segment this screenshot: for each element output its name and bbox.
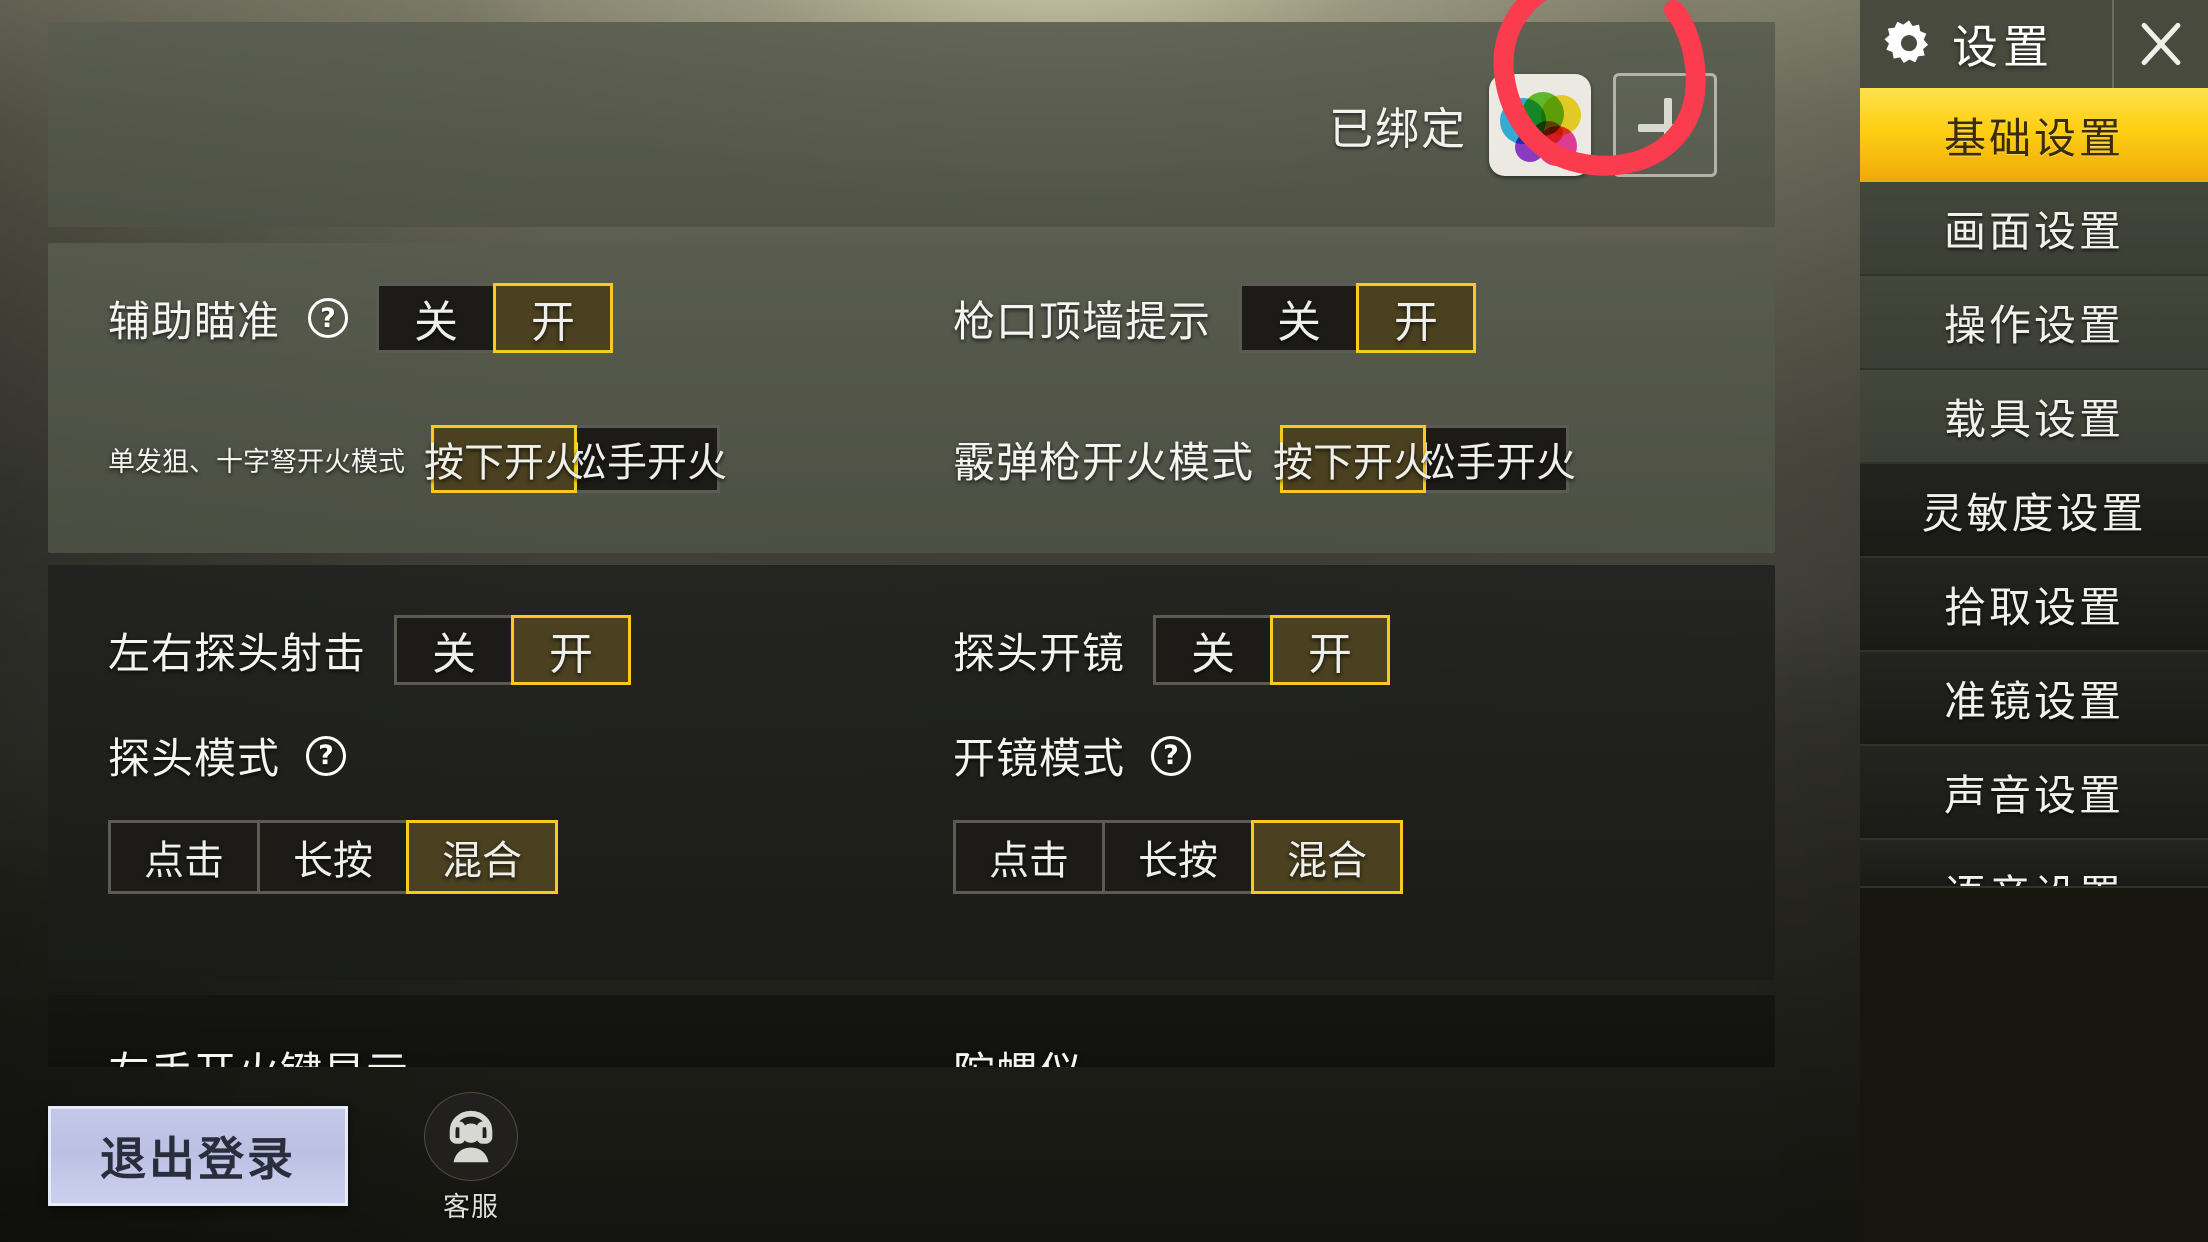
sidebar-item-pickup-settings[interactable]: 拾取设置 [1860, 558, 2208, 652]
sidebar-item-label: 拾取设置 [1943, 582, 2124, 632]
sidebar-item-sound-settings[interactable]: 声音设置 [1860, 746, 2208, 840]
sidebar-item-voice-settings[interactable]: 语音设置 [1860, 840, 2208, 888]
row-ads-mode-options: 点击 长按 混合 [953, 820, 1403, 894]
row-peek-mode-label: 探头模式 ? [108, 725, 347, 786]
sidebar-title: 设置 [1952, 20, 2054, 74]
sidebar-item-vehicle-settings[interactable]: 载具设置 [1860, 370, 2208, 464]
sidebar-item-label: 操作设置 [1943, 300, 2124, 350]
row-shotgun-fire-mode: 霰弹枪开火模式 按下开火 松手开火 [953, 425, 1576, 493]
bound-status-label: 已绑定 [1329, 103, 1467, 155]
option-aim-assist-on[interactable]: 开 [493, 283, 614, 353]
option-shotgun-press-fire[interactable]: 按下开火 [1273, 425, 1433, 493]
sidebar-item-label: 准镜设置 [1943, 676, 2124, 726]
plus-icon[interactable] [1613, 72, 1717, 177]
option-sniper-press-fire[interactable]: 按下开火 [424, 425, 584, 493]
sidebar-item-label: 画面设置 [1943, 206, 2124, 256]
gyro-settings-panel-cutoff: 左手开火键显示 陀螺仪 [48, 995, 1775, 1067]
sidebar-item-label: 载具设置 [1943, 394, 2124, 444]
headset-support-icon [424, 1092, 518, 1181]
aim-settings-panel: 辅助瞄准 ? 关 开 枪口顶墙提示 关 开 单发狙、十字弩开火模式 按下开火 松… [48, 243, 1775, 553]
toggle-lean-shooting: 关 开 [394, 615, 632, 685]
option-peek-mode-hybrid[interactable]: 混合 [406, 820, 558, 894]
row-lean-shooting: 左右探头射击 关 开 [108, 615, 632, 685]
sidebar-item-sensitivity-settings[interactable]: 灵敏度设置 [1860, 464, 2208, 558]
row-sniper-crossbow-fire-mode: 单发狙、十字弩开火模式 按下开火 松手开火 [108, 425, 727, 493]
gamecenter-bubbles-icon[interactable] [1489, 73, 1591, 176]
label-lean-ads: 探头开镜 [953, 628, 1126, 678]
row-muzzle-wall-hint: 枪口顶墙提示 关 开 [953, 283, 1477, 353]
account-binding-panel: 已绑定 [48, 22, 1775, 227]
logout-button[interactable]: 退出登录 [48, 1106, 348, 1206]
logout-button-label: 退出登录 [100, 1132, 296, 1186]
sidebar-item-label: 声音设置 [1943, 770, 2124, 820]
option-peek-mode-tap[interactable]: 点击 [108, 820, 260, 894]
sidebar-title-zone: 设置 [1860, 0, 2112, 88]
row-lean-ads: 探头开镜 关 开 [953, 615, 1391, 685]
sidebar-item-basic-settings[interactable]: 基础设置 [1860, 88, 2208, 182]
option-peek-mode-hold[interactable]: 长按 [257, 820, 409, 894]
settings-sidebar: 设置 基础设置 画面设置 操作设置 载具设置 灵敏度设置 拾取设置 准镜设置 声… [1860, 0, 2208, 1242]
option-muzzle-wall-hint-on[interactable]: 开 [1356, 283, 1477, 353]
close-x-icon [2141, 22, 2181, 66]
toggle-ads-mode: 点击 长按 混合 [953, 820, 1403, 894]
sidebar-item-label: 灵敏度设置 [1921, 488, 2147, 538]
option-lean-ads-on[interactable]: 开 [1270, 615, 1391, 685]
settings-content-area: 已绑定 辅助瞄准 ? 关 开 枪口顶墙提示 关 开 单发狙、十字弩开火模式 按下… [0, 0, 1860, 1242]
help-icon-ads-mode[interactable]: ? [1151, 735, 1192, 776]
label-left-hand-fire-button: 左手开火键显示 [108, 1039, 409, 1067]
sidebar-item-control-settings[interactable]: 操作设置 [1860, 276, 2208, 370]
option-aim-assist-off[interactable]: 关 [376, 283, 497, 353]
row-gyroscope: 陀螺仪 [953, 1039, 1082, 1067]
option-lean-shooting-off[interactable]: 关 [394, 615, 515, 685]
close-button[interactable] [2112, 0, 2208, 88]
sidebar-item-graphics-settings[interactable]: 画面设置 [1860, 182, 2208, 276]
sidebar-item-label: 语音设置 [1944, 862, 2124, 886]
option-sniper-release-fire[interactable]: 松手开火 [567, 425, 727, 493]
account-binding-controls: 已绑定 [1329, 72, 1717, 177]
row-peek-mode-options: 点击 长按 混合 [108, 820, 558, 894]
option-muzzle-wall-hint-off[interactable]: 关 [1239, 283, 1360, 353]
row-left-hand-fire-button: 左手开火键显示 [108, 1039, 409, 1067]
option-ads-mode-hold[interactable]: 长按 [1102, 820, 1254, 894]
sidebar-item-label: 基础设置 [1943, 113, 2124, 163]
bubble-purple [1515, 131, 1545, 162]
label-shotgun-fire-mode: 霰弹枪开火模式 [953, 437, 1255, 487]
gear-icon [1884, 20, 1929, 63]
label-aim-assist: 辅助瞄准 [108, 296, 281, 346]
toggle-sniper-crossbow-fire-mode: 按下开火 松手开火 [424, 425, 727, 493]
customer-service-button[interactable]: 客服 [411, 1092, 531, 1224]
label-muzzle-wall-hint: 枪口顶墙提示 [953, 296, 1212, 346]
toggle-muzzle-wall-hint: 关 开 [1239, 283, 1477, 353]
row-aim-assist: 辅助瞄准 ? 关 开 [108, 283, 614, 353]
label-ads-mode: 开镜模式 [953, 734, 1126, 783]
customer-service-label: 客服 [443, 1192, 499, 1223]
toggle-lean-ads: 关 开 [1153, 615, 1391, 685]
label-lean-shooting: 左右探头射击 [108, 628, 367, 678]
row-ads-mode-label: 开镜模式 ? [953, 725, 1192, 786]
peek-settings-panel: 左右探头射击 关 开 探头开镜 关 开 探头模式 ? 点击 长按 混合 开镜模式… [48, 565, 1775, 980]
toggle-shotgun-fire-mode: 按下开火 松手开火 [1273, 425, 1576, 493]
help-icon-peek-mode[interactable]: ? [306, 735, 347, 776]
sidebar-header: 设置 [1860, 0, 2208, 88]
option-lean-ads-off[interactable]: 关 [1153, 615, 1274, 685]
label-peek-mode: 探头模式 [108, 734, 281, 783]
toggle-peek-mode: 点击 长按 混合 [108, 820, 558, 894]
toggle-aim-assist: 关 开 [376, 283, 614, 353]
option-ads-mode-hybrid[interactable]: 混合 [1251, 820, 1403, 894]
option-ads-mode-tap[interactable]: 点击 [953, 820, 1105, 894]
option-shotgun-release-fire[interactable]: 松手开火 [1416, 425, 1576, 493]
option-lean-shooting-on[interactable]: 开 [511, 615, 632, 685]
label-sniper-crossbow-fire-mode: 单发狙、十字弩开火模式 [108, 446, 405, 478]
sidebar-item-scope-settings[interactable]: 准镜设置 [1860, 652, 2208, 746]
help-icon-aim-assist[interactable]: ? [308, 298, 349, 338]
label-gyroscope: 陀螺仪 [953, 1039, 1082, 1067]
